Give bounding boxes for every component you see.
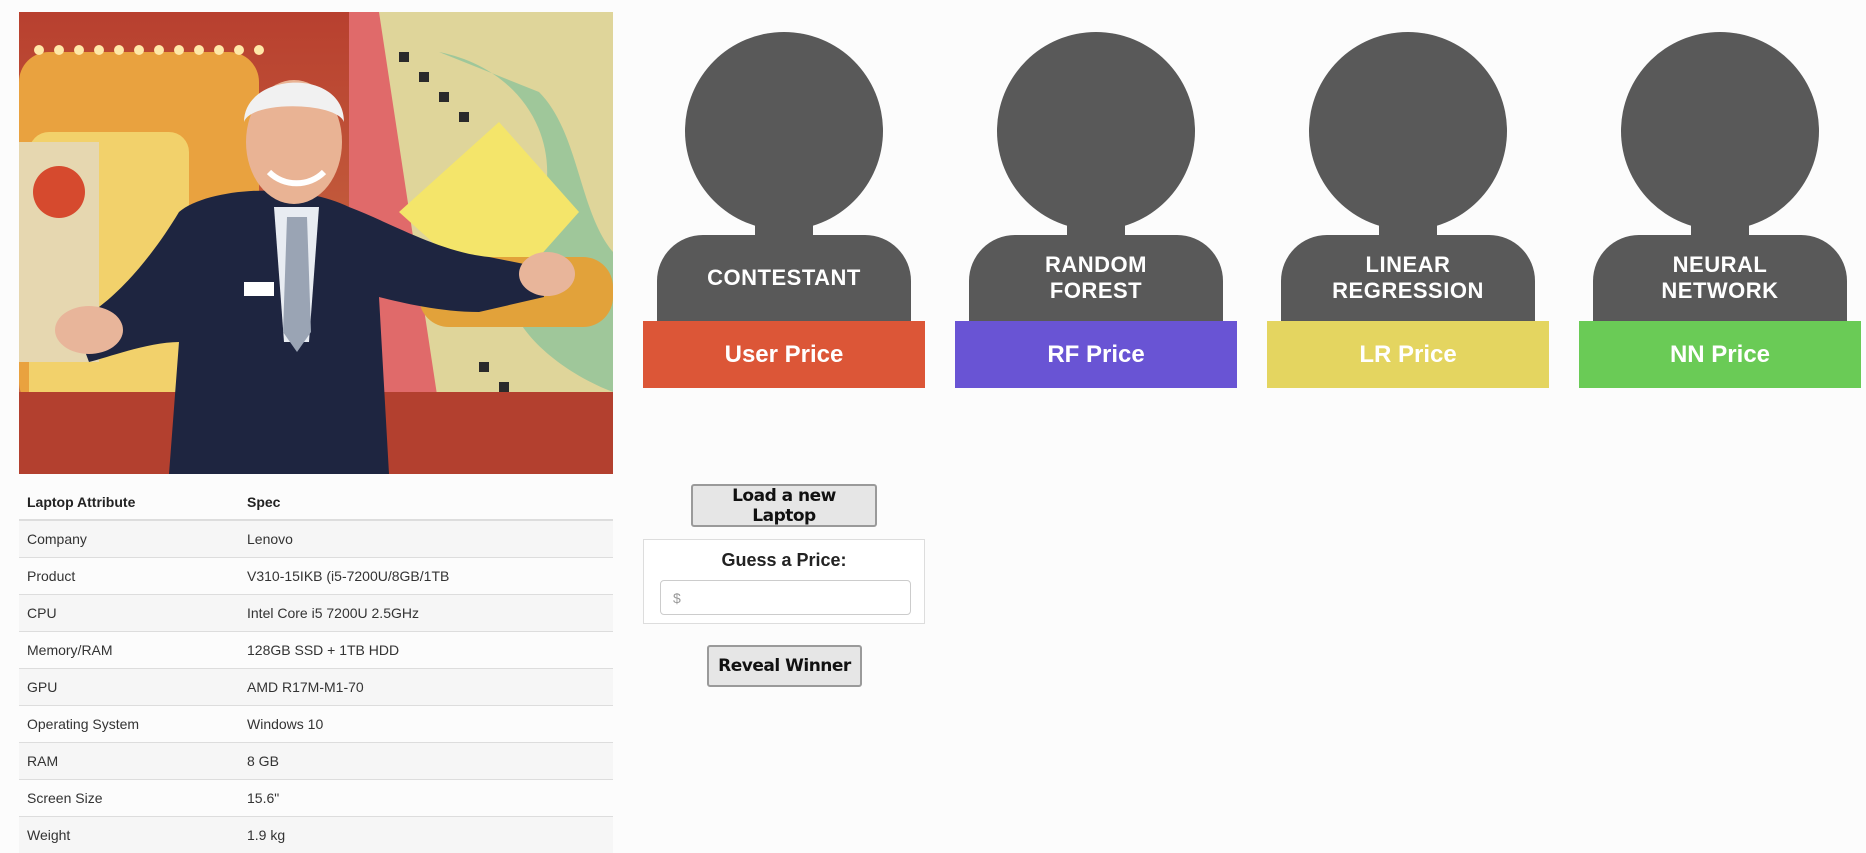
contestant-label: CONTESTANT [707,265,861,290]
contestant-label: NEURAL NETWORK [1661,252,1779,303]
table-row: Company Lenovo [19,519,613,557]
contestant-user: CONTESTANT User Price [643,32,925,389]
nn-price-display: NN Price [1579,321,1861,388]
spec-cell: Lenovo [239,519,613,557]
guess-price-panel: Guess a Price: [643,539,925,624]
attribute-cell: Weight [19,815,239,853]
reveal-winner-button[interactable]: Reveal Winner [707,645,862,687]
contestant-label: RANDOM FOREST [1045,252,1147,303]
spec-cell: Windows 10 [239,704,613,742]
attribute-cell: GPU [19,667,239,705]
attribute-cell: Memory/RAM [19,630,239,668]
attribute-cell: RAM [19,741,239,779]
attribute-cell: Screen Size [19,778,239,816]
laptop-spec-table: Laptop Attribute Spec Company Lenovo Pro… [19,484,613,853]
column-header-attribute: Laptop Attribute [19,484,239,521]
guess-price-label: Guess a Price: [721,550,847,570]
attribute-cell: Operating System [19,704,239,742]
contestant-head [1309,32,1507,230]
spec-cell: Intel Core i5 7200U 2.5GHz [239,593,613,631]
spec-cell: 128GB SSD + 1TB HDD [239,630,613,668]
table-row: GPU AMD R17M-M1-70 [19,667,613,705]
table-row: Weight 1.9 kg [19,815,613,853]
host-photo [19,12,613,474]
table-row: Operating System Windows 10 [19,704,613,742]
attribute-cell: CPU [19,593,239,631]
load-new-laptop-button[interactable]: Load a new Laptop [691,484,877,527]
table-row: Product V310-15IKB (i5-7200U/8GB/1TB [19,556,613,594]
user-price-display: User Price [643,321,925,388]
contestant-body: NEURAL NETWORK [1593,235,1847,327]
attribute-cell: Company [19,519,239,557]
contestant-linear-regression: LINEAR REGRESSION LR Price [1267,32,1549,389]
table-row: Screen Size 15.6" [19,778,613,816]
table-header-row: Laptop Attribute Spec [19,484,613,521]
guess-price-input[interactable] [660,580,911,615]
spec-cell: 1.9 kg [239,815,613,853]
table-row: Memory/RAM 128GB SSD + 1TB HDD [19,630,613,668]
contestant-head [997,32,1195,230]
column-header-spec: Spec [239,484,613,521]
contestant-neural-network: NEURAL NETWORK NN Price [1579,32,1861,389]
contestant-body: RANDOM FOREST [969,235,1223,327]
contestant-random-forest: RANDOM FOREST RF Price [955,32,1237,389]
spec-cell: 8 GB [239,741,613,779]
attribute-cell: Product [19,556,239,594]
contestant-body: LINEAR REGRESSION [1281,235,1535,327]
spec-cell: 15.6" [239,778,613,816]
spec-cell: AMD R17M-M1-70 [239,667,613,705]
contestant-label: LINEAR REGRESSION [1332,252,1484,303]
spec-cell: V310-15IKB (i5-7200U/8GB/1TB [239,556,613,594]
contestant-head [1621,32,1819,230]
contestant-head [685,32,883,230]
table-row: CPU Intel Core i5 7200U 2.5GHz [19,593,613,631]
lr-price-display: LR Price [1267,321,1549,388]
table-row: RAM 8 GB [19,741,613,779]
rf-price-display: RF Price [955,321,1237,388]
contestant-body: CONTESTANT [657,235,911,327]
